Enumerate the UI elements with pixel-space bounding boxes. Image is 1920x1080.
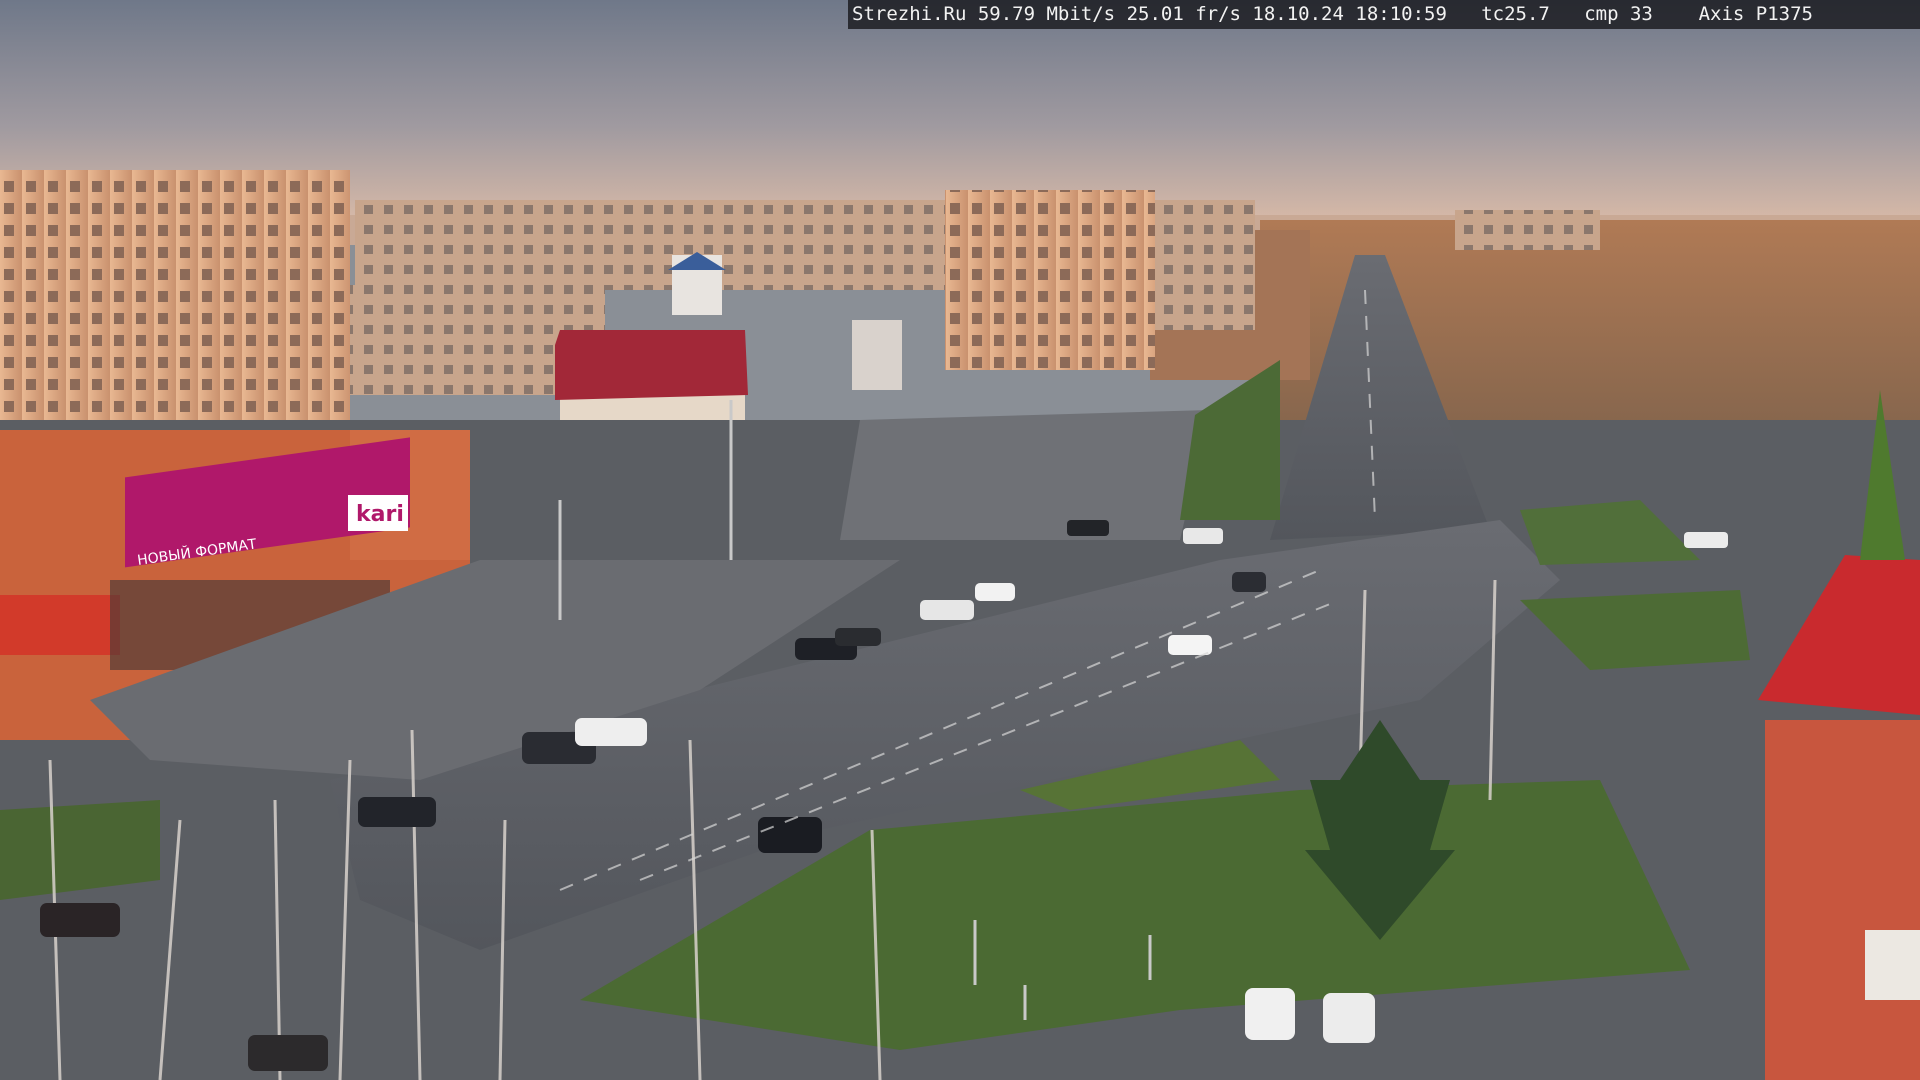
- camera-info-overlay: Strezhi.Ru 59.79 Mbit/s 25.01 fr/s 18.10…: [848, 0, 1920, 29]
- central-plaza: [840, 410, 1210, 540]
- webcam-scene: kari НОВЫЙ ФОРМАТ: [0, 0, 1920, 1080]
- car: [358, 797, 436, 827]
- overlay-site: Strezhi.Ru: [852, 3, 967, 25]
- red-roof: [555, 330, 748, 400]
- car: [975, 583, 1015, 601]
- car: [575, 718, 647, 746]
- car: [1232, 572, 1266, 592]
- grass-median-left: [1180, 360, 1280, 520]
- right-red-building: [1765, 720, 1920, 1080]
- central-apartment-tower: [945, 190, 1155, 370]
- car: [248, 1035, 328, 1071]
- far-apartment-right: [1455, 210, 1600, 250]
- far-apartment-row: [355, 200, 955, 290]
- kari-logo-text: kari: [356, 502, 404, 527]
- car: [1245, 988, 1295, 1040]
- car: [1323, 993, 1375, 1043]
- central-apartment-wing: [1155, 200, 1255, 330]
- overlay-time: 18:10:59: [1355, 3, 1447, 25]
- overlay-cmp: cmp 33: [1584, 3, 1653, 25]
- overlay-tc: tc25.7: [1481, 3, 1550, 25]
- car: [835, 628, 881, 646]
- overlay-framerate: 25.01 fr/s: [1126, 3, 1241, 25]
- car: [1067, 520, 1109, 536]
- overlay-bitrate: 59.79 Mbit/s: [977, 3, 1116, 25]
- car: [1168, 635, 1212, 655]
- overlay-date: 18.10.24: [1252, 3, 1344, 25]
- store-red-panel: [0, 595, 120, 655]
- car: [40, 903, 120, 937]
- car: [920, 600, 974, 620]
- blue-roof-building: [852, 320, 902, 390]
- right-building-window: [1865, 930, 1920, 1000]
- car: [758, 817, 822, 853]
- overlay-camera-model: Axis P1375: [1698, 3, 1813, 25]
- car: [1684, 532, 1728, 548]
- car: [1183, 528, 1223, 544]
